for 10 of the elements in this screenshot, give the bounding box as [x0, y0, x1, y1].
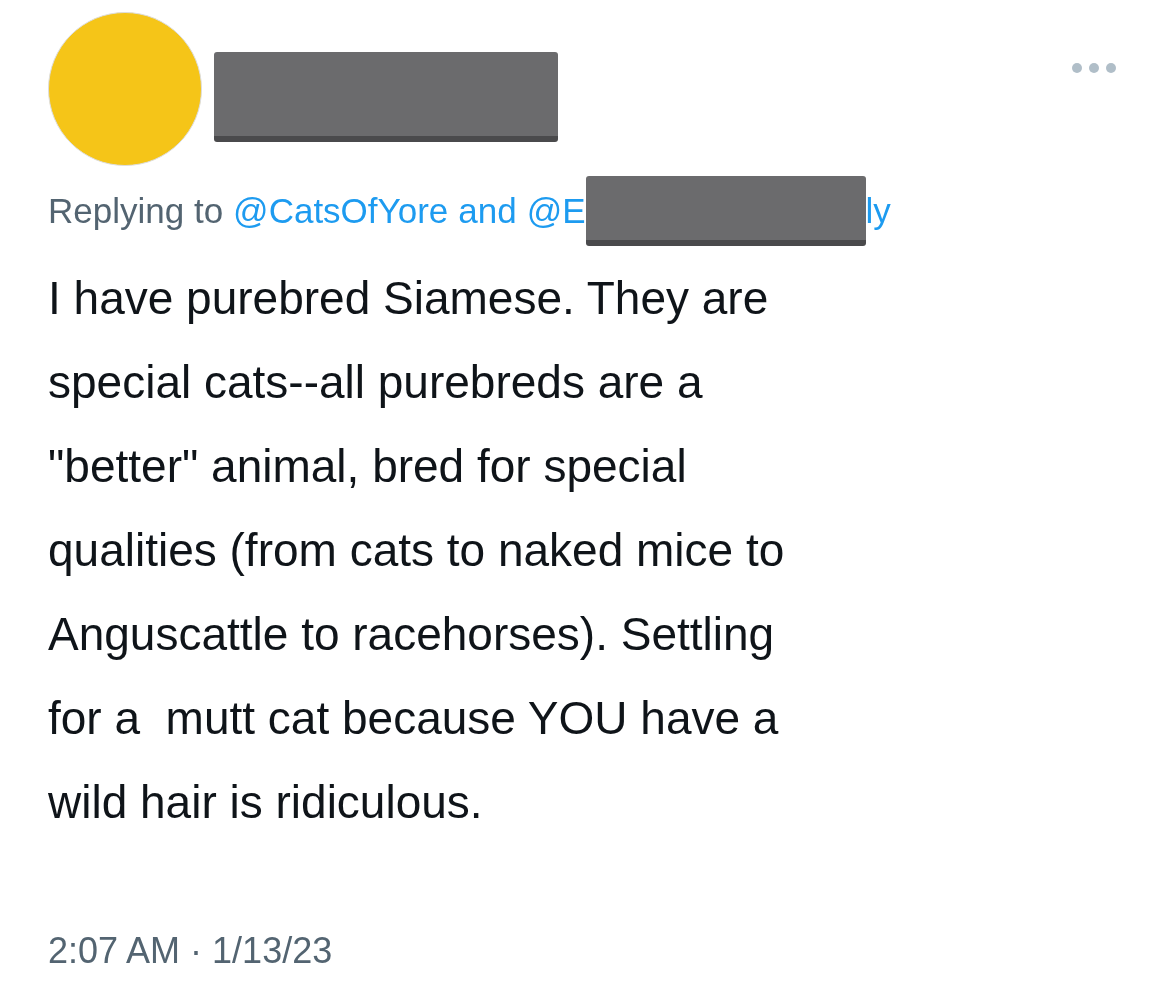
mention-link[interactable]: @CatsOfYore — [233, 184, 449, 238]
timestamp[interactable]: 2:07 AM — [48, 924, 181, 978]
more-icon[interactable] — [1071, 62, 1117, 74]
separator-dot: · — [190, 929, 203, 973]
mention-link[interactable]: @E — [526, 184, 586, 238]
mention-link[interactable]: ly — [865, 184, 891, 238]
tweet-text: I have purebred Siamese. They are special cats--all purebreds are a "better" animal, bred for special qualities (from cats to naked mice to Anguscattle to racehorses). Settling for a mutt cat because YOU have a wild hair is ridiculous. — [47, 271, 786, 830]
reply-joiner: and — [458, 189, 517, 232]
date[interactable]: 1/13/23 — [212, 924, 333, 978]
reply-label: Replying to — [48, 189, 224, 232]
